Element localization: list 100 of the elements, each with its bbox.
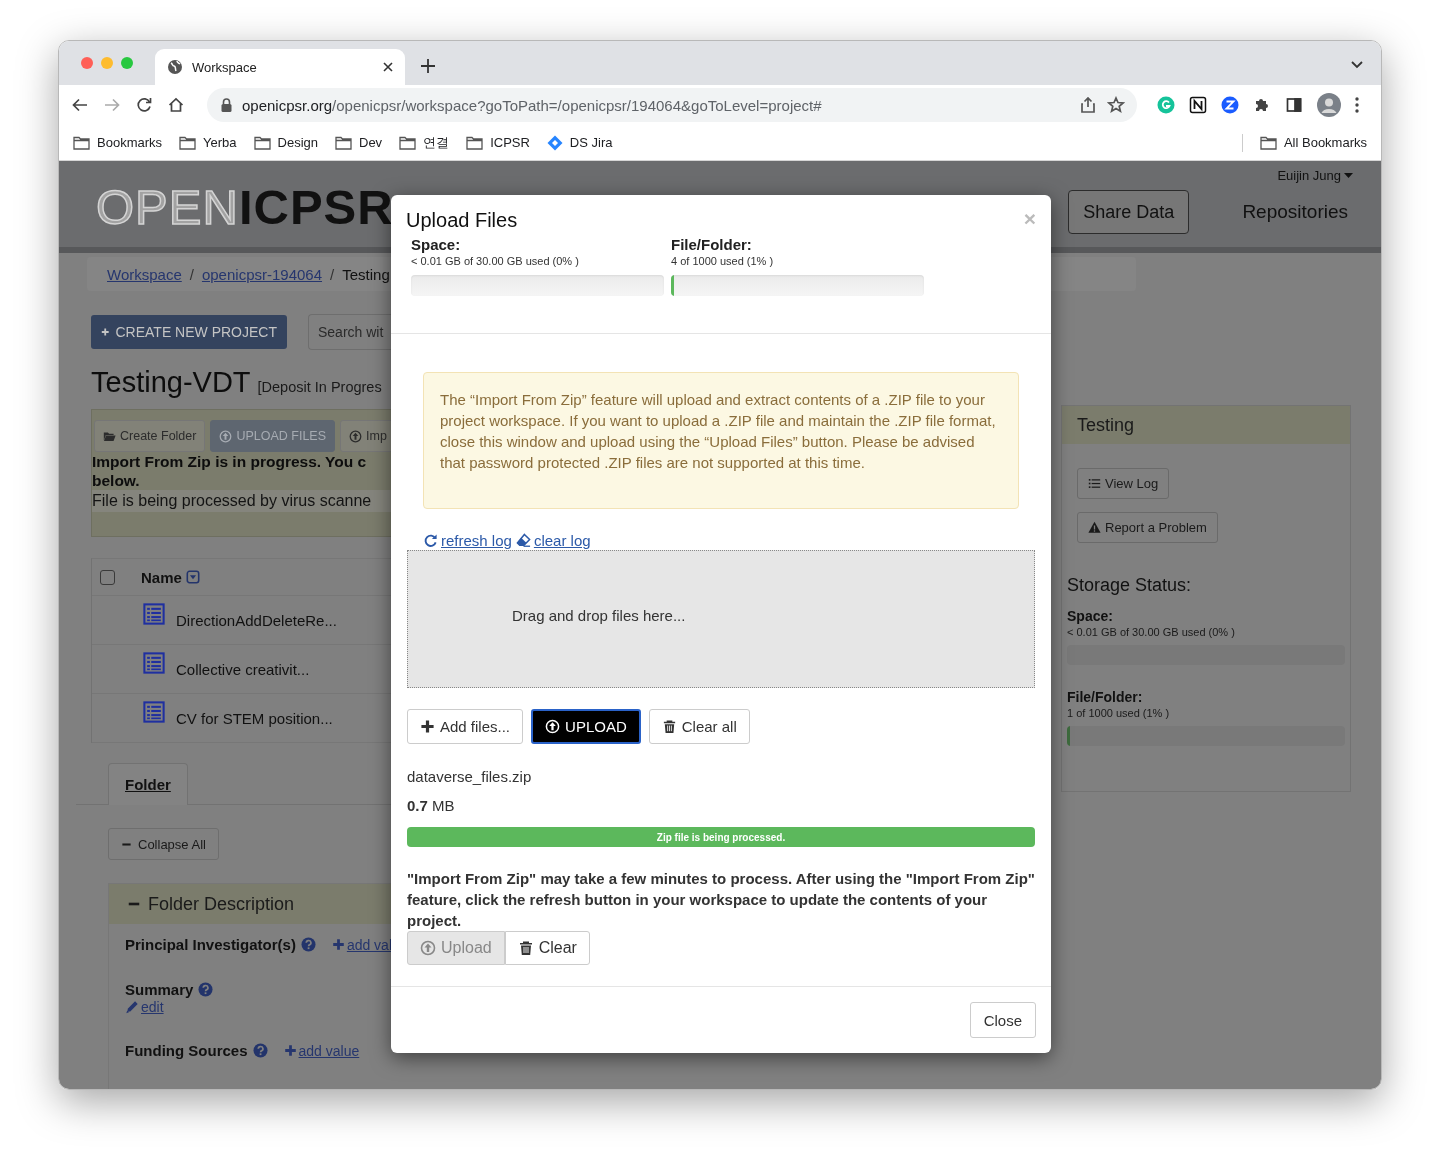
file-name[interactable]: CV for STEM position... bbox=[176, 709, 333, 727]
close-dialog-button[interactable]: Close bbox=[969, 1002, 1036, 1038]
sidebar-icon[interactable] bbox=[1285, 96, 1303, 114]
stat-label: Space: bbox=[1067, 608, 1114, 624]
help-icon bbox=[252, 1043, 268, 1058]
action-button[interactable]: Add files... bbox=[407, 709, 524, 744]
search-field[interactable]: Search wit bbox=[308, 314, 391, 350]
puzzle-icon[interactable] bbox=[1253, 96, 1271, 114]
storage-title: Storage Status: bbox=[1067, 575, 1193, 596]
breadcrumb-link[interactable]: openicpsr-194064 bbox=[201, 265, 323, 283]
folder-icon bbox=[179, 135, 197, 150]
info-text: "Import From Zip" may take a few minutes to process. After using the "Import From Zip" feature, click the refresh button in your workspace to update the contents of your project. bbox=[407, 869, 1035, 931]
share-data-button[interactable]: Share Data bbox=[1068, 190, 1190, 234]
breadcrumb-separator: / bbox=[330, 265, 335, 283]
logo[interactable]: OPENICPSR bbox=[96, 179, 394, 235]
bookmark[interactable]: Design bbox=[253, 135, 318, 150]
action-button[interactable]: Clear all bbox=[648, 709, 750, 744]
back-icon[interactable] bbox=[71, 96, 89, 114]
toolbar-button[interactable]: Imp bbox=[340, 420, 391, 452]
log-link[interactable]: clear log bbox=[515, 532, 591, 549]
stat-usage: 1 of 1000 used (1% ) bbox=[1067, 707, 1171, 719]
panel-title: Folder Description bbox=[148, 893, 295, 915]
stat-usage: < 0.01 GB of 30.00 GB used (0% ) bbox=[411, 255, 580, 267]
folder-icon bbox=[103, 429, 116, 443]
eraser-icon bbox=[515, 533, 531, 548]
folder-icon bbox=[253, 135, 271, 150]
bookmark[interactable]: ICPSR bbox=[466, 135, 530, 150]
field-label: Funding Sources bbox=[125, 1042, 248, 1059]
bookmark[interactable]: Bookmarks bbox=[73, 135, 163, 150]
file-name[interactable]: DirectionAddDeleteRe... bbox=[176, 611, 337, 629]
log-link[interactable]: refresh log bbox=[423, 532, 512, 549]
browser-tab[interactable]: Workspace bbox=[155, 49, 405, 85]
bookmark[interactable]: 연결 bbox=[399, 133, 450, 152]
project-title: Testing-VDT bbox=[91, 366, 251, 399]
nav-link[interactable]: Repositories bbox=[1242, 201, 1348, 223]
menu-icon[interactable] bbox=[1355, 97, 1359, 113]
folder-icon bbox=[1259, 135, 1277, 150]
stat-label: File/Folder: bbox=[1067, 689, 1144, 705]
add-value-link[interactable]: add value bbox=[283, 1042, 360, 1059]
close-tab-icon[interactable] bbox=[383, 62, 393, 72]
home-icon[interactable] bbox=[167, 96, 185, 114]
user-menu[interactable]: Euijin Jung bbox=[1277, 168, 1353, 183]
stat-label: Space: bbox=[411, 236, 462, 253]
reload-icon[interactable] bbox=[135, 96, 153, 114]
extension-icon[interactable] bbox=[1189, 96, 1207, 114]
upload-icon bbox=[420, 940, 436, 956]
create-project-button[interactable]: CREATE NEW PROJECT bbox=[91, 315, 287, 349]
bookmark[interactable]: Dev bbox=[335, 135, 383, 150]
toolbar-button[interactable]: Create Folder bbox=[94, 420, 206, 452]
breadcrumb-separator: / bbox=[189, 265, 194, 283]
trash-icon bbox=[661, 719, 677, 734]
folder-tab[interactable]: Folder bbox=[108, 763, 188, 805]
sort-icon bbox=[185, 570, 200, 584]
stat-usage: < 0.01 GB of 30.00 GB used (0% ) bbox=[1067, 626, 1236, 638]
field-label: Principal Investigator(s) bbox=[125, 936, 296, 953]
star-icon[interactable] bbox=[1107, 96, 1125, 114]
folder-icon bbox=[335, 135, 352, 150]
breadcrumb-current: Testing bbox=[342, 265, 390, 283]
address-bar[interactable]: openicpsr.org/openicpsr/workspace?goToPath=/openicpsr/194064&goToLevel=project# bbox=[207, 88, 1137, 122]
collapse-all-button[interactable]: Collapse All bbox=[108, 828, 219, 860]
bookmark[interactable]: Yerba bbox=[179, 135, 237, 150]
edit-link[interactable]: edit bbox=[125, 999, 391, 1015]
caret-icon bbox=[1344, 172, 1353, 179]
drop-zone[interactable]: Drag and drop files here... bbox=[407, 550, 1035, 688]
breadcrumb-link[interactable]: Workspace bbox=[107, 265, 182, 283]
notice-text: Import From Zip is in progress. You c bbox=[92, 452, 368, 471]
file-button[interactable]: Clear bbox=[504, 931, 590, 965]
file-size: 0.7 MB bbox=[407, 797, 456, 814]
all-bookmarks[interactable]: All Bookmarks bbox=[1259, 135, 1367, 150]
help-icon bbox=[300, 937, 316, 952]
add-value-link[interactable]: add val bbox=[331, 936, 391, 953]
plus-icon bbox=[420, 719, 435, 734]
bookmark[interactable]: DS Jira bbox=[546, 134, 613, 151]
lock-icon bbox=[221, 98, 232, 112]
folder-icon bbox=[73, 135, 90, 150]
pencil-icon bbox=[125, 1000, 139, 1014]
new-tab-icon[interactable] bbox=[421, 59, 435, 73]
file-name: dataverse_files.zip bbox=[407, 768, 533, 785]
folder-icon bbox=[466, 135, 484, 150]
checkbox[interactable] bbox=[100, 569, 115, 585]
side-panel-button[interactable]: Report a Problem bbox=[1077, 512, 1218, 543]
notice-text: below. bbox=[92, 471, 141, 490]
document-icon bbox=[143, 603, 165, 625]
warning-icon bbox=[1088, 521, 1101, 534]
side-panel-button[interactable]: View Log bbox=[1077, 468, 1170, 499]
share-icon[interactable] bbox=[1079, 96, 1097, 114]
warning-message: The “Import From Zip” feature will upload and extract contents of a .ZIP file to your project workspace. If you want to upload a .ZIP file and maintain the .ZIP file format, close this window and upload using the “Upload Files” button. Please be advised that password protected .ZIP files are not supported at this time. bbox=[423, 372, 1019, 509]
trash-icon bbox=[517, 940, 534, 956]
project-status: [Deposit In Progres bbox=[257, 379, 382, 395]
upload-icon bbox=[349, 429, 363, 443]
diamond-icon bbox=[546, 134, 563, 151]
column-header[interactable]: Name bbox=[141, 568, 182, 586]
globe-icon bbox=[167, 59, 183, 75]
help-icon bbox=[198, 982, 214, 997]
progress-label: Zip file is being processed. bbox=[656, 831, 786, 843]
upload-button[interactable]: UPLOAD bbox=[531, 709, 641, 744]
chevron-down-icon[interactable] bbox=[1351, 61, 1363, 69]
avatar[interactable] bbox=[1317, 93, 1341, 117]
toolbar-button[interactable]: UPLOAD FILES bbox=[210, 420, 336, 452]
file-name[interactable]: Collective creativit... bbox=[176, 660, 310, 678]
